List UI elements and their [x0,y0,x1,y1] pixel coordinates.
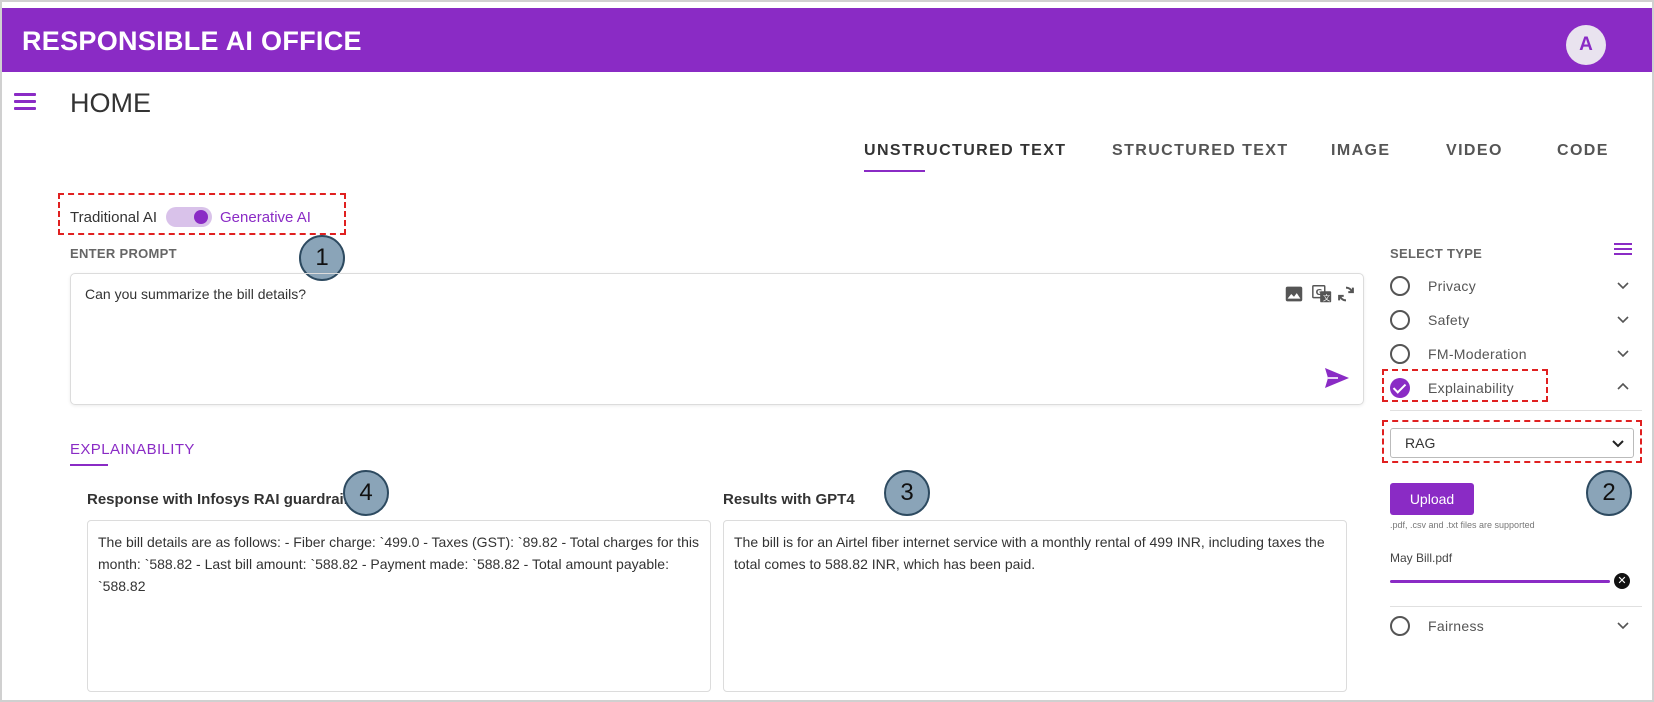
app-title: RESPONSIBLE AI OFFICE [22,26,362,56]
page-title: HOME [70,88,151,118]
chevron-down-icon[interactable] [1616,312,1630,326]
chevron-down-icon[interactable] [1616,618,1630,632]
tab-image[interactable]: IMAGE [1331,142,1390,160]
divider [1390,606,1642,607]
upload-progress-bar [1390,580,1610,583]
enter-prompt-label: ENTER PROMPT [70,246,177,261]
gpt4-response-panel: The bill is for an Airtel fiber internet… [723,520,1347,692]
active-tab-indicator [864,170,925,172]
explainability-tab-indicator [70,464,108,466]
select-type-label: SELECT TYPE [1390,246,1483,261]
tab-video[interactable]: VIDEO [1446,142,1503,160]
callout-3: 3 [884,470,930,516]
app-header: RESPONSIBLE AI OFFICE A [2,8,1652,72]
uploaded-file-name: May Bill.pdf [1390,551,1453,565]
chevron-down-icon [1612,440,1624,448]
divider [1390,410,1642,411]
tab-explainability[interactable]: EXPLAINABILITY [70,441,195,458]
image-icon[interactable] [1283,283,1305,305]
upload-button[interactable]: Upload [1390,483,1474,515]
guardrails-panel-title: Response with Infosys RAI guardrails [87,491,357,508]
guardrails-response-panel: The bill details are as follows: - Fiber… [87,520,711,692]
list-menu-icon[interactable] [1614,243,1632,257]
menu-icon[interactable] [14,93,36,110]
tab-structured-text[interactable]: STRUCTURED TEXT [1112,142,1289,160]
gpt4-panel-title: Results with GPT4 [723,491,855,508]
type-item-label: Fairness [1428,618,1485,634]
callout-2: 2 [1586,470,1632,516]
generative-ai-label: Generative AI [220,209,311,226]
prompt-input[interactable]: Can you summarize the bill details? G 文 [70,273,1364,405]
ai-mode-toggle[interactable] [166,207,212,227]
svg-text:文: 文 [1323,293,1331,302]
remove-file-icon[interactable]: ✕ [1614,573,1630,589]
upload-file-types-note: .pdf, .csv and .txt files are supported [1390,520,1535,530]
type-item-label: FM-Moderation [1428,346,1527,362]
type-item-label: Safety [1428,312,1470,328]
method-select-value: RAG [1405,435,1436,451]
explainability-check-icon[interactable] [1390,378,1410,398]
type-item-fm-moderation[interactable]: FM-Moderation [1390,340,1630,368]
type-item-label: Explainability [1428,380,1514,396]
user-avatar[interactable]: A [1566,25,1606,65]
prompt-text: Can you summarize the bill details? [85,286,306,302]
safety-radio[interactable] [1390,310,1410,330]
callout-4: 4 [343,470,389,516]
translate-icon[interactable]: G 文 [1311,283,1333,305]
chevron-up-icon[interactable] [1616,380,1630,394]
refresh-icon[interactable] [1335,283,1357,305]
method-select[interactable]: RAG [1390,428,1634,458]
chevron-down-icon[interactable] [1616,278,1630,292]
privacy-radio[interactable] [1390,276,1410,296]
type-item-safety[interactable]: Safety [1390,306,1630,334]
fairness-radio[interactable] [1390,616,1410,636]
type-item-privacy[interactable]: Privacy [1390,272,1630,300]
fm-moderation-radio[interactable] [1390,344,1410,364]
tab-unstructured-text[interactable]: UNSTRUCTURED TEXT [864,142,1066,160]
type-item-label: Privacy [1428,278,1476,294]
type-item-explainability[interactable]: Explainability [1390,374,1630,402]
tab-code[interactable]: CODE [1557,142,1609,160]
toggle-knob [194,210,208,224]
chevron-down-icon[interactable] [1616,346,1630,360]
type-item-fairness[interactable]: Fairness [1390,612,1630,640]
traditional-ai-label: Traditional AI [70,209,157,226]
send-icon[interactable] [1323,366,1351,390]
tab-bar: UNSTRUCTURED TEXT STRUCTURED TEXT IMAGE … [0,142,1654,172]
